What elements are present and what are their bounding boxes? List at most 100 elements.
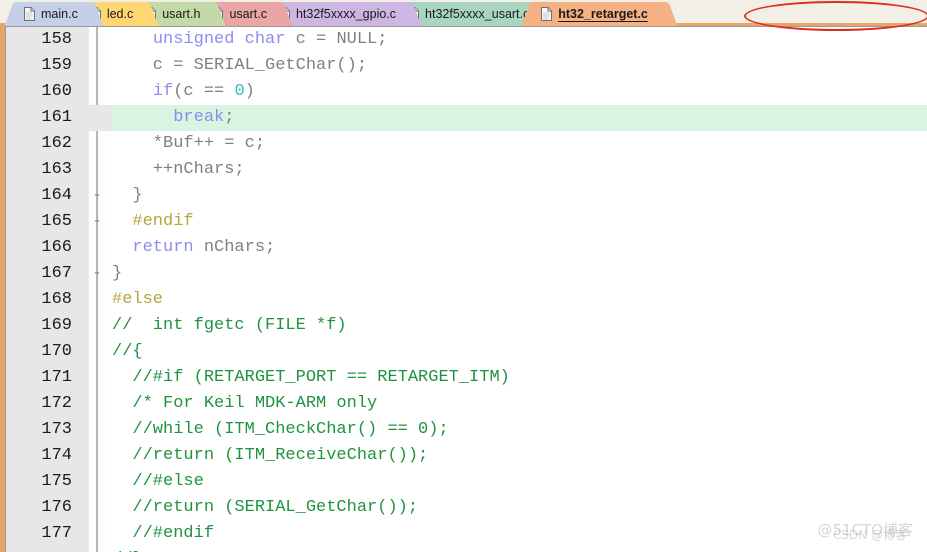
line-number: 174 — [41, 446, 72, 465]
tab-label: ht32f5xxxx_gpio.c — [295, 6, 397, 21]
line-number: 160 — [41, 82, 72, 101]
code-token: //#else — [112, 472, 204, 491]
code-line[interactable]: 159 c = SERIAL_GetChar(); — [6, 53, 927, 79]
line-number: 172 — [41, 394, 72, 413]
code-text: c = SERIAL_GetChar(); — [112, 53, 367, 79]
line-number: 175 — [41, 472, 72, 491]
fold-placeholder — [90, 313, 104, 339]
fold-placeholder — [90, 79, 104, 105]
line-number: 165 — [41, 212, 72, 231]
fold-placeholder — [90, 339, 104, 365]
line-number: 168 — [41, 290, 72, 309]
code-token: unsigned char — [152, 30, 286, 49]
line-number: 163 — [41, 160, 72, 179]
code-editor-surface[interactable]: 158 unsigned char c = NULL; 159 c = SERIA… — [6, 27, 927, 552]
code-token: //#endif — [112, 524, 215, 543]
code-line[interactable]: 164- } — [6, 183, 927, 209]
code-token: } — [112, 186, 143, 205]
code-text: //return (ITM_ReceiveChar()); — [112, 443, 428, 469]
fold-collapse-icon[interactable]: - — [90, 183, 104, 209]
code-text: // int fgetc (FILE *f) — [112, 313, 347, 339]
code-token: //while (ITM_CheckChar() == 0); — [112, 420, 449, 439]
code-line[interactable]: 167-} — [6, 261, 927, 287]
code-text: /* For Keil MDK-ARM only — [112, 391, 377, 417]
tab-label: led.c — [106, 6, 134, 21]
code-text: unsigned char c = NULL; — [112, 27, 388, 53]
code-token: //#if (RETARGET_PORT == RETARGET_ITM) — [112, 368, 510, 387]
fold-placeholder — [90, 417, 104, 443]
code-line[interactable]: 158 unsigned char c = NULL; — [6, 27, 927, 53]
tab-label: usart.c — [229, 6, 267, 21]
code-token: nChars; — [193, 238, 276, 257]
code-token: //{ — [112, 342, 143, 361]
fold-placeholder — [90, 53, 104, 79]
code-text: //#endif — [112, 521, 214, 547]
code-line[interactable]: 175 //#else — [6, 469, 927, 495]
code-token: } — [112, 264, 123, 283]
code-line[interactable]: 174 //return (ITM_ReceiveChar()); — [6, 443, 927, 469]
line-number: 166 — [41, 238, 72, 257]
code-token: 0 — [234, 82, 245, 101]
tab-list: main.c led.c usart.h usart.c ht32f5xxxx_gpio… — [0, 2, 678, 26]
code-text: //while (ITM_CheckChar() == 0); — [112, 417, 449, 443]
editor-tab-bar: main.c led.c usart.h usart.c ht32f5xxxx_gpio… — [0, 0, 927, 26]
code-line[interactable]: 160 if(c == 0) — [6, 79, 927, 105]
fold-placeholder — [90, 391, 104, 417]
file-icon — [24, 7, 35, 21]
code-line[interactable]: 161 break; — [6, 105, 927, 131]
code-line[interactable]: 170 //{ — [6, 339, 927, 365]
code-line[interactable]: 171 //#if (RETARGET_PORT == RETARGET_ITM… — [6, 365, 927, 391]
fold-placeholder — [90, 287, 104, 313]
editor-tab-ht32f5xxxx-gpio-c[interactable]: ht32f5xxxx_gpio.c — [259, 2, 422, 26]
code-text: return nChars; — [112, 235, 275, 261]
line-number: 171 — [41, 368, 72, 387]
code-line[interactable]: 169 // int fgetc (FILE *f) — [6, 313, 927, 339]
fold-collapse-icon[interactable]: - — [90, 209, 104, 235]
code-line[interactable]: 176 //return (SERIAL_GetChar()); — [6, 495, 927, 521]
fold-collapse-icon[interactable]: - — [90, 261, 104, 287]
code-line[interactable]: 162 *Buf++ = c; — [6, 131, 927, 157]
line-number: 178 — [6, 547, 72, 552]
code-token: //return (SERIAL_GetChar()); — [112, 498, 419, 517]
code-line[interactable]: 172 /* For Keil MDK-ARM only — [6, 391, 927, 417]
code-text: #else — [112, 287, 163, 313]
line-number: 161 — [6, 105, 72, 131]
fold-placeholder — [90, 365, 104, 391]
tab-label: ht32f5xxxx_usart.c — [425, 6, 530, 21]
code-line[interactable]: 178 //} — [6, 547, 927, 552]
code-token: (c == — [173, 82, 235, 101]
code-text: *Buf++ = c; — [112, 131, 265, 157]
code-text: //#else — [112, 469, 204, 495]
editor-tab-ht32f5xxxx-usart-c[interactable]: ht32f5xxxx_usart.c — [388, 2, 555, 26]
code-line[interactable]: 165- #endif — [6, 209, 927, 235]
line-number: 164 — [41, 186, 72, 205]
code-token: /* For Keil MDK-ARM only — [112, 394, 378, 413]
tab-label: ht32_retarget.c — [558, 6, 648, 21]
code-token: #endif — [132, 212, 194, 231]
line-number: 162 — [41, 134, 72, 153]
code-line[interactable]: 177 //#endif — [6, 521, 927, 547]
fold-placeholder — [90, 131, 104, 157]
fold-placeholder — [90, 495, 104, 521]
code-token: // int fgetc (FILE *f) — [112, 316, 347, 335]
fold-placeholder — [90, 469, 104, 495]
code-text: //#if (RETARGET_PORT == RETARGET_ITM) — [112, 365, 510, 391]
line-number: 169 — [41, 316, 72, 335]
editor-tab-main-c[interactable]: main.c — [4, 2, 104, 26]
code-line[interactable]: 168 #else — [6, 287, 927, 313]
code-line[interactable]: 173 //while (ITM_CheckChar() == 0); — [6, 417, 927, 443]
code-token: c = SERIAL_GetChar(); — [112, 56, 368, 75]
fold-placeholder — [90, 521, 104, 547]
line-number: 177 — [41, 524, 72, 543]
editor-outer-frame: 158 unsigned char c = NULL; 159 c = SERIA… — [0, 26, 927, 552]
code-lines: 158 unsigned char c = NULL; 159 c = SERIA… — [6, 27, 927, 552]
editor-tab-ht32-retarget-c[interactable]: ht32_retarget.c — [521, 2, 678, 26]
code-text: //} — [112, 547, 143, 552]
code-token: c = NULL; — [285, 30, 388, 49]
code-line[interactable]: 163 ++nChars; — [6, 157, 927, 183]
code-token: break — [173, 108, 225, 127]
line-number: 159 — [41, 56, 72, 75]
code-line[interactable]: 166 return nChars; — [6, 235, 927, 261]
